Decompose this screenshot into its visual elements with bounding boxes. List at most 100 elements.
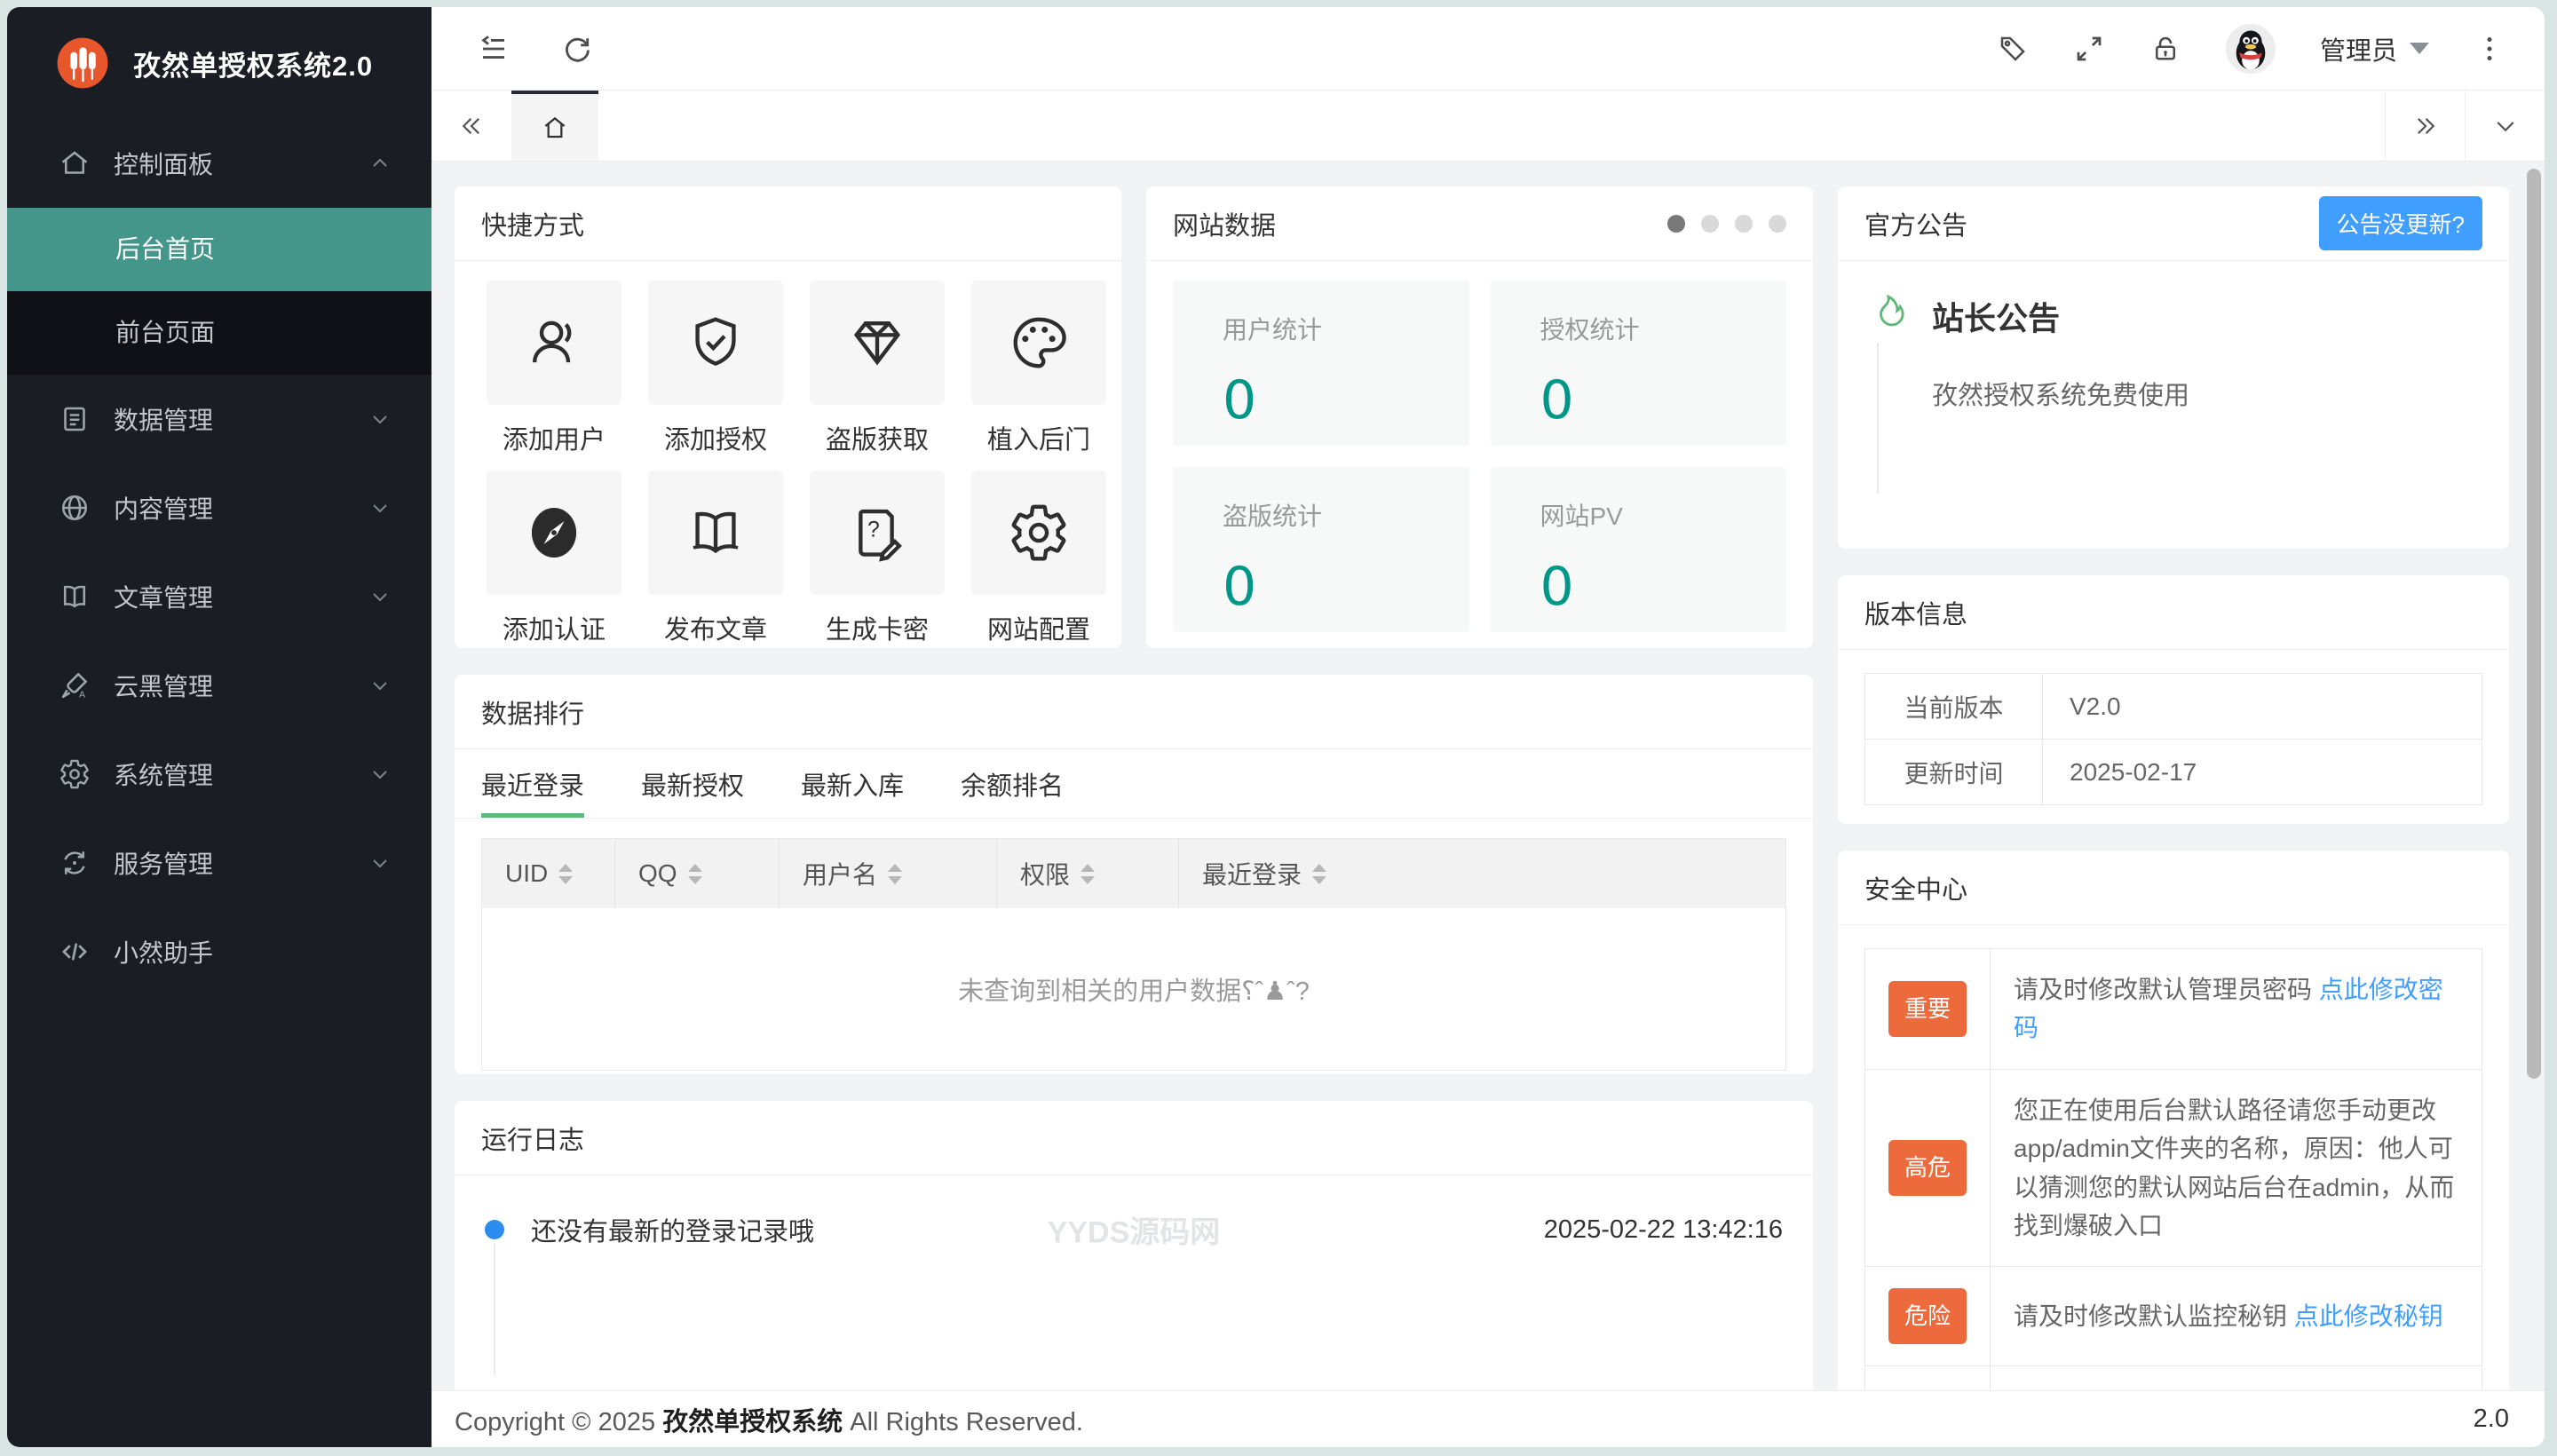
kebab-menu-icon[interactable]: [2474, 33, 2506, 65]
stat-pirate: 盗版统计 0: [1173, 467, 1469, 632]
compass-icon: [487, 471, 621, 595]
sidebar-item-frontend-page[interactable]: 前台页面: [7, 291, 431, 375]
announcement-title: 官方公告: [1864, 211, 1968, 241]
shortcut-add-user[interactable]: 添加用户: [487, 281, 621, 456]
svg-text:?: ?: [867, 518, 880, 542]
ranking-table: UID QQ 用户名 权限 最近登录 未查询到相关的用户数据⸮ˆ♟︎ˆ?: [481, 838, 1786, 1071]
app-window: 孜然单授权系统2.0 控制面板 后台首页 前台页面 数据管理 内容管理 文章管理…: [7, 7, 2545, 1447]
security-text: 您正在使用后台默认路径请您手动更改app/admin文件夹的名称，原因：他人可以…: [2014, 1096, 2455, 1239]
stat-value: 0: [1223, 556, 1257, 618]
sort-icon: [1312, 863, 1327, 884]
tab-recent-login[interactable]: 最近登录: [481, 749, 585, 818]
shortcut-add-auth[interactable]: 添加授权: [648, 281, 783, 456]
timeline-line: [1877, 343, 1879, 494]
security-title: 安全中心: [1864, 875, 1968, 905]
version-table: 当前版本 V2.0 更新时间 2025-02-17: [1864, 673, 2482, 805]
code-icon: [59, 936, 91, 968]
tabs-more-button[interactable]: [2465, 91, 2545, 161]
chevron-down-icon: [369, 497, 391, 518]
stat-value: 0: [1223, 369, 1257, 431]
shortcut-gen-cardkey[interactable]: ? 生成卡密: [810, 471, 945, 646]
lock-icon[interactable]: [2149, 33, 2181, 65]
svg-text:A: A: [79, 690, 85, 700]
sidebar-item-system-mgmt[interactable]: 系统管理: [7, 730, 431, 819]
topbar: 管理员: [431, 7, 2545, 91]
sidebar-item-article-mgmt[interactable]: 文章管理: [7, 552, 431, 641]
shortcut-publish-article[interactable]: 发布文章: [648, 471, 783, 646]
update-time-label: 更新时间: [1864, 739, 2043, 805]
sidebar-item-cloudblack-mgmt[interactable]: A 云黑管理: [7, 641, 431, 730]
refresh-icon[interactable]: [561, 33, 593, 65]
sort-icon: [687, 863, 702, 884]
sidebar-item-service-mgmt[interactable]: 服务管理: [7, 819, 431, 907]
shortcut-backdoor[interactable]: 植入后门: [971, 281, 1106, 456]
table-row: 重要 请及时修改默认管理员密码 点此修改密码: [1864, 948, 2482, 1070]
brush-icon: A: [59, 669, 91, 701]
version-title: 版本信息: [1864, 600, 1968, 629]
sidebar-item-content-mgmt[interactable]: 内容管理: [7, 463, 431, 552]
carousel-dot[interactable]: [1769, 214, 1786, 233]
security-text: 请及时修改默认监控秘钥: [2014, 1302, 2294, 1330]
sidebar-item-control-panel[interactable]: 控制面板: [7, 119, 431, 208]
main-area: 管理员 快捷方式 添加用户 添加授权 盗版获取 植入后门 添加认证 发布文章 ?…: [431, 7, 2545, 1447]
column-username[interactable]: 用户名: [780, 839, 997, 908]
table-row: 高危 您正在使用后台默认路径请您手动更改app/admin文件夹的名称，原因：他…: [1864, 1068, 2482, 1268]
version-card: 版本信息 当前版本 V2.0 更新时间 2025-02-17: [1838, 575, 2509, 824]
tab-latest-auth[interactable]: 最新授权: [641, 749, 744, 818]
column-qq[interactable]: QQ: [615, 839, 780, 908]
tab-home[interactable]: [511, 91, 598, 161]
stat-auth: 授权统计 0: [1490, 281, 1786, 446]
sidebar-item-assistant[interactable]: 小然助手: [7, 907, 431, 996]
dropdown-caret-icon: [2410, 43, 2429, 54]
gear-icon: [59, 758, 91, 790]
logo: 孜然单授权系统2.0: [7, 7, 431, 119]
book-open-icon: [648, 471, 783, 595]
announcement-post-body: 孜然授权系统免费使用: [1932, 382, 2190, 410]
table-row: 更新时间 2025-02-17: [1864, 739, 2482, 805]
announcement-post-title: 站长公告: [1932, 300, 2061, 336]
column-permission[interactable]: 权限: [997, 839, 1179, 908]
gem-icon: [810, 281, 945, 405]
stat-value: 0: [1540, 556, 1574, 618]
dashboard-content: 快捷方式 添加用户 添加授权 盗版获取 植入后门 添加认证 发布文章 ? 生成卡…: [431, 162, 2545, 1390]
sidebar-menu: 控制面板 后台首页 前台页面 数据管理 内容管理 文章管理 A 云黑管理 系统管…: [7, 119, 431, 1447]
gear-icon: [971, 471, 1106, 595]
announcement-refresh-button[interactable]: 公告没更新?: [2318, 196, 2482, 250]
user-menu[interactable]: 管理员: [2320, 30, 2429, 67]
column-recent-login[interactable]: 最近登录: [1179, 839, 1785, 908]
tabs-scroll-left-button[interactable]: [431, 91, 511, 161]
avatar[interactable]: [2225, 23, 2276, 74]
carousel-dot[interactable]: [1701, 214, 1719, 233]
sidebar-item-backend-home[interactable]: 后台首页: [7, 208, 431, 291]
tag-icon[interactable]: [1997, 33, 2029, 65]
chevron-down-icon: [369, 852, 391, 874]
carousel-dot[interactable]: [1735, 214, 1753, 233]
chevron-down-icon: [369, 675, 391, 696]
card-key-icon: ?: [810, 471, 945, 595]
security-text: 请及时修改默认管理员密码: [2014, 976, 2319, 1003]
tabs-scroll-right-button[interactable]: [2385, 91, 2465, 161]
site-data-card: 网站数据 用户统计 0 授权统计 0 盗版统计 0 网站PV 0: [1146, 186, 1813, 648]
status-badge: 危险: [1888, 1288, 1967, 1344]
change-secret-link[interactable]: 点此修改秘钥: [2294, 1302, 2443, 1330]
tab-balance-rank[interactable]: 余额排名: [961, 749, 1064, 818]
update-time-value: 2025-02-17: [2042, 739, 2482, 805]
sidebar: 孜然单授权系统2.0 控制面板 后台首页 前台页面 数据管理 内容管理 文章管理…: [7, 7, 431, 1447]
timeline-line: [494, 1243, 495, 1376]
shortcut-add-cert[interactable]: 添加认证: [487, 471, 621, 646]
scrollbar-thumb[interactable]: [2527, 169, 2541, 1079]
sidebar-item-data-mgmt[interactable]: 数据管理: [7, 375, 431, 463]
ranking-tabs: 最近登录 最新授权 最新入库 余额排名: [455, 749, 1813, 819]
tab-latest-storage[interactable]: 最新入库: [801, 749, 904, 818]
home-icon: [59, 147, 91, 179]
logo-mark-icon: [55, 36, 110, 91]
column-uid[interactable]: UID: [482, 839, 615, 908]
stat-pv: 网站PV 0: [1490, 467, 1786, 632]
book-icon: [59, 581, 91, 613]
site-data-title: 网站数据: [1173, 211, 1277, 241]
shortcut-site-config[interactable]: 网站配置: [971, 471, 1106, 646]
fullscreen-icon[interactable]: [2073, 33, 2105, 65]
collapse-sidebar-icon[interactable]: [478, 33, 510, 65]
shortcut-pirate-fetch[interactable]: 盗版获取: [810, 281, 945, 456]
carousel-dot[interactable]: [1667, 214, 1685, 233]
